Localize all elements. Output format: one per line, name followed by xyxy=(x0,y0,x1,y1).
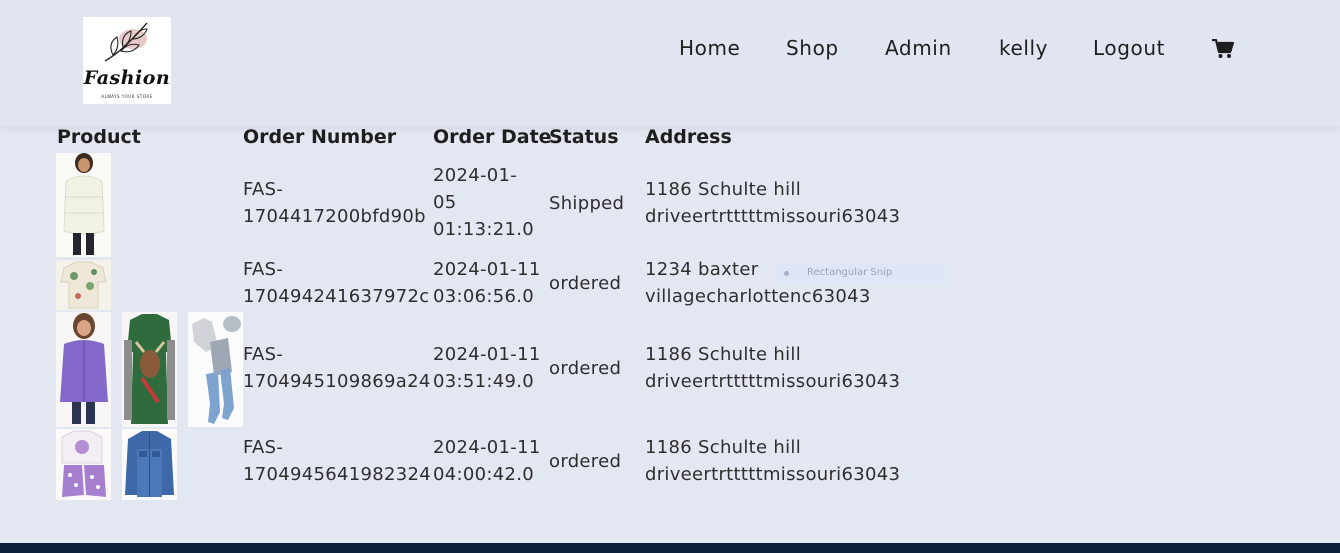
order-date-cell: 2024-01-11 03:51:49.0 xyxy=(433,344,541,392)
logo-tagline: ALWAYS YOUR STORE xyxy=(101,94,153,99)
order-number-cell: FAS- 1704945109869a24 xyxy=(243,344,431,392)
status-cell: Shipped xyxy=(549,193,625,214)
order-number-cell: FAS- 170494241637972c xyxy=(243,259,430,307)
status-cell: ordered xyxy=(549,358,622,379)
product-image-purple-fleece[interactable] xyxy=(56,312,111,427)
nav-shop-link[interactable]: Shop xyxy=(786,36,839,60)
order-date-cell: 2024-01-11 04:00:42.0 xyxy=(433,437,541,485)
order-date-cell: 2024-01-11 03:06:56.0 xyxy=(433,259,541,307)
site-footer xyxy=(0,543,1340,553)
fashion-logo[interactable]: Fashion ALWAYS YOUR STORE xyxy=(83,17,171,104)
status-cell: ordered xyxy=(549,273,622,294)
product-image-puffer-jacket[interactable] xyxy=(56,153,111,257)
rectangular-snip-overlay: Rectangular Snip xyxy=(775,263,947,285)
column-header-product: Product xyxy=(57,126,141,148)
column-header-order-number: Order Number xyxy=(243,126,397,148)
column-header-order-date: Order Date xyxy=(433,126,552,148)
column-header-address: Address xyxy=(645,126,732,148)
nav-home-link[interactable]: Home xyxy=(679,36,740,60)
product-image-floral-shirt[interactable] xyxy=(56,260,111,310)
product-image-pajama-set[interactable] xyxy=(56,429,111,500)
address-cell: 1186 Schulte hill driveertrtttttmissouri… xyxy=(645,437,901,485)
status-cell: ordered xyxy=(549,451,622,472)
snip-dot-icon xyxy=(784,271,789,276)
nav-admin-link[interactable]: Admin xyxy=(885,36,952,60)
snip-label: Rectangular Snip xyxy=(807,267,893,278)
product-image-denim-jacket[interactable] xyxy=(122,429,177,500)
branch-logo-icon xyxy=(104,22,148,62)
shopping-cart-icon[interactable] xyxy=(1212,39,1234,59)
order-number-cell: FAS- 1704417200bfd90b xyxy=(243,179,426,227)
nav-logout-link[interactable]: Logout xyxy=(1093,36,1165,60)
column-header-status: Status xyxy=(549,126,619,148)
product-image-baby-set[interactable] xyxy=(188,312,243,427)
nav-user-link[interactable]: kelly xyxy=(999,36,1048,60)
address-cell: 1186 Schulte hill driveertrtttttmissouri… xyxy=(645,179,901,227)
address-cell: 1186 Schulte hill driveertrtttttmissouri… xyxy=(645,344,901,392)
site-header: Fashion ALWAYS YOUR STORE Home Shop Admi… xyxy=(0,0,1340,126)
logo-brand-text: Fashion xyxy=(83,67,171,89)
product-image-moose-dress[interactable] xyxy=(122,312,177,427)
order-number-cell: FAS- 1704945641982324 xyxy=(243,437,432,485)
order-date-cell: 2024-01- 05 01:13:21.0 xyxy=(433,165,535,240)
